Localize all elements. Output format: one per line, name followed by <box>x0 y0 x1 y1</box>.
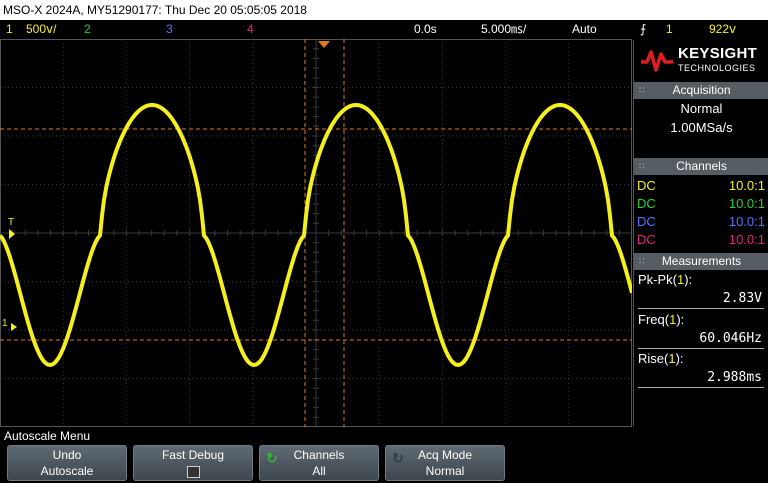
channel-probe-ratio: 10.0:1 <box>728 196 765 211</box>
ch1-ground-label: 1 <box>2 318 8 329</box>
grip-icon: ∷ <box>639 161 645 171</box>
channel-probe-ratio: 10.0:1 <box>728 178 765 193</box>
meas-freq-label[interactable]: Freq(1): <box>638 312 684 327</box>
waveform-display[interactable]: T 1 <box>0 39 632 427</box>
ch4-number[interactable]: 4 <box>247 20 254 39</box>
ch2-number[interactable]: 2 <box>84 20 91 39</box>
meas-divider <box>638 308 764 309</box>
softkey-label: Undo <box>52 448 82 462</box>
trigger-source[interactable]: 1 <box>666 20 673 39</box>
measurements-header-label: Measurements <box>661 254 742 268</box>
keysight-logo: KEYSIGHT TECHNOLOGIES <box>634 40 768 82</box>
grip-icon: ∷ <box>639 85 645 95</box>
softkey-label: Normal <box>425 464 465 478</box>
trigger-level[interactable]: 922ⅴ <box>709 20 736 39</box>
softkey-label: Autoscale <box>40 464 94 478</box>
softkey-bar: Autoscale Menu Undo Autoscale Fast Debug… <box>0 427 768 483</box>
channels-all-button[interactable]: ↻ Channels All <box>259 445 379 481</box>
window-title: MSO-X 2024A, MY51290177: Thu Dec 20 05:0… <box>0 0 768 20</box>
channel-row-2[interactable]: DC 10.0:1 <box>637 195 765 212</box>
meas-divider <box>638 387 764 388</box>
meas-pkpk-value: 2.83V <box>722 291 762 306</box>
acquisition-mode: Normal <box>680 101 723 116</box>
channels-header[interactable]: ∷ Channels <box>634 158 768 175</box>
channel-coupling: DC <box>637 196 656 211</box>
fast-debug-checkbox[interactable] <box>187 466 200 478</box>
side-panel: KEYSIGHT TECHNOLOGIES ∷ Acquisition Norm… <box>633 40 768 426</box>
brand-sub: TECHNOLOGIES <box>678 63 756 73</box>
softkey-label: All <box>312 464 326 478</box>
meas-rise-label[interactable]: Rise(1): <box>638 351 684 366</box>
fast-debug-button[interactable]: Fast Debug <box>133 445 253 481</box>
channel-coupling: DC <box>637 232 656 247</box>
keysight-wave-icon <box>641 50 673 72</box>
ch3-number[interactable]: 3 <box>166 20 173 39</box>
grip-icon: ∷ <box>639 256 645 266</box>
menu-title: Autoscale Menu <box>4 429 91 443</box>
trigger-level-label: T <box>8 217 15 228</box>
meas-divider <box>638 348 764 349</box>
channel-coupling: DC <box>637 178 656 193</box>
sample-rate: 1.00MSa/s <box>670 120 733 135</box>
trigger-mode[interactable]: Auto <box>572 20 597 39</box>
timebase-scale[interactable]: 5.000㎳/ <box>481 20 526 39</box>
scope-graticule <box>0 39 632 427</box>
channel-probe-ratio: 10.0:1 <box>728 232 765 247</box>
trigger-position-marker <box>318 41 330 48</box>
rising-edge-icon: ⨍ <box>640 22 647 36</box>
graticule-grid <box>0 39 632 427</box>
meas-rise-value: 2.988ms <box>707 370 762 385</box>
acquisition-header-label: Acquisition <box>672 83 731 97</box>
channel-row-1[interactable]: DC 10.0:1 <box>637 177 765 194</box>
channel-row-3[interactable]: DC 10.0:1 <box>637 213 765 230</box>
channel-row-4[interactable]: DC 10.0:1 <box>637 231 765 248</box>
undo-autoscale-button[interactable]: Undo Autoscale <box>7 445 127 481</box>
measurements-header[interactable]: ∷ Measurements <box>634 253 768 270</box>
trigger-level-marker <box>9 229 15 239</box>
acquisition-header[interactable]: ∷ Acquisition <box>634 82 768 99</box>
status-bar: 1 500ⅴ/ 2 3 4 0.0s 5.000㎳/ Auto ⨍ 1 922ⅴ <box>0 20 768 39</box>
meas-freq-value: 60.046Hz <box>699 331 762 346</box>
softkey-label: Channels <box>293 448 345 462</box>
softkey-label: Acq Mode <box>417 448 473 462</box>
horizontal-delay[interactable]: 0.0s <box>414 20 437 39</box>
ch1-scale[interactable]: 500ⅴ/ <box>26 20 56 39</box>
channels-header-label: Channels <box>676 159 727 173</box>
softkey-label: Fast Debug <box>161 448 225 462</box>
ch1-number[interactable]: 1 <box>6 20 13 39</box>
channel-probe-ratio: 10.0:1 <box>728 214 765 229</box>
meas-pkpk-label[interactable]: Pk-Pk(1): <box>638 272 692 287</box>
brand-name: KEYSIGHT <box>678 45 758 62</box>
channel-coupling: DC <box>637 214 656 229</box>
acq-mode-button[interactable]: ↻ Acq Mode Normal <box>385 445 505 481</box>
